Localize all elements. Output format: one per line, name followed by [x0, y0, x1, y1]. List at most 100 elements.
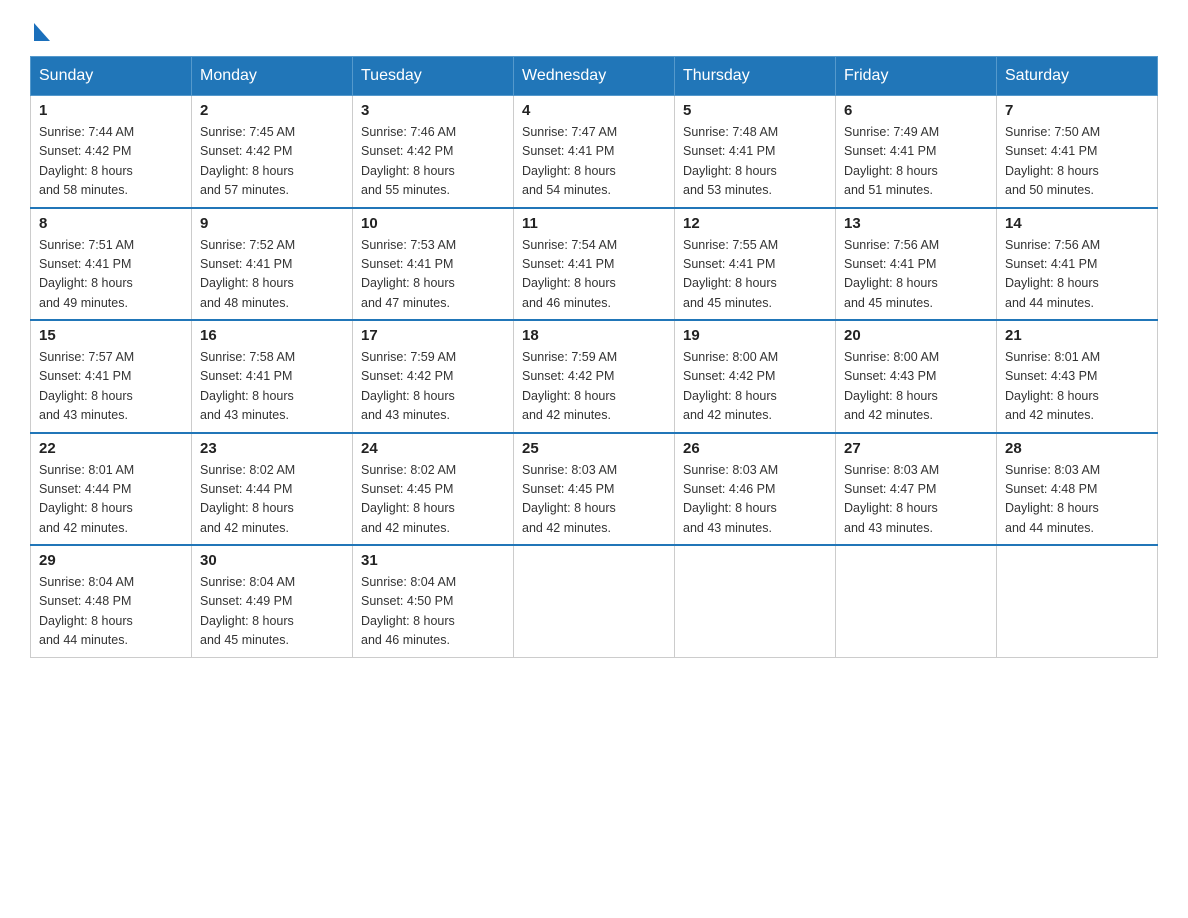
day-number: 22: [39, 440, 183, 457]
day-number: 9: [200, 215, 344, 232]
day-number: 10: [361, 215, 505, 232]
calendar-day-cell: 26 Sunrise: 8:03 AMSunset: 4:46 PMDaylig…: [675, 433, 836, 546]
logo-triangle-icon: [34, 23, 50, 41]
day-info: Sunrise: 7:51 AMSunset: 4:41 PMDaylight:…: [39, 238, 134, 310]
day-info: Sunrise: 8:04 AMSunset: 4:49 PMDaylight:…: [200, 575, 295, 647]
day-number: 2: [200, 102, 344, 119]
day-info: Sunrise: 7:48 AMSunset: 4:41 PMDaylight:…: [683, 125, 778, 197]
day-info: Sunrise: 7:49 AMSunset: 4:41 PMDaylight:…: [844, 125, 939, 197]
calendar-day-cell: 16 Sunrise: 7:58 AMSunset: 4:41 PMDaylig…: [192, 320, 353, 433]
calendar-day-cell: 25 Sunrise: 8:03 AMSunset: 4:45 PMDaylig…: [514, 433, 675, 546]
day-info: Sunrise: 8:02 AMSunset: 4:45 PMDaylight:…: [361, 463, 456, 535]
day-of-week-header: Sunday: [31, 57, 192, 96]
day-info: Sunrise: 7:47 AMSunset: 4:41 PMDaylight:…: [522, 125, 617, 197]
day-info: Sunrise: 8:04 AMSunset: 4:48 PMDaylight:…: [39, 575, 134, 647]
day-number: 28: [1005, 440, 1149, 457]
day-number: 20: [844, 327, 988, 344]
day-info: Sunrise: 8:02 AMSunset: 4:44 PMDaylight:…: [200, 463, 295, 535]
day-of-week-header: Thursday: [675, 57, 836, 96]
day-number: 16: [200, 327, 344, 344]
calendar-day-cell: 14 Sunrise: 7:56 AMSunset: 4:41 PMDaylig…: [997, 208, 1158, 321]
calendar-day-cell: 19 Sunrise: 8:00 AMSunset: 4:42 PMDaylig…: [675, 320, 836, 433]
day-info: Sunrise: 7:52 AMSunset: 4:41 PMDaylight:…: [200, 238, 295, 310]
day-number: 27: [844, 440, 988, 457]
day-info: Sunrise: 7:57 AMSunset: 4:41 PMDaylight:…: [39, 350, 134, 422]
calendar-day-cell: 1 Sunrise: 7:44 AMSunset: 4:42 PMDayligh…: [31, 96, 192, 208]
calendar-day-cell: 5 Sunrise: 7:48 AMSunset: 4:41 PMDayligh…: [675, 96, 836, 208]
calendar-day-cell: 30 Sunrise: 8:04 AMSunset: 4:49 PMDaylig…: [192, 545, 353, 657]
day-info: Sunrise: 7:59 AMSunset: 4:42 PMDaylight:…: [522, 350, 617, 422]
day-number: 14: [1005, 215, 1149, 232]
calendar-day-cell: 2 Sunrise: 7:45 AMSunset: 4:42 PMDayligh…: [192, 96, 353, 208]
day-info: Sunrise: 8:03 AMSunset: 4:46 PMDaylight:…: [683, 463, 778, 535]
day-info: Sunrise: 7:55 AMSunset: 4:41 PMDaylight:…: [683, 238, 778, 310]
calendar-week-row: 15 Sunrise: 7:57 AMSunset: 4:41 PMDaylig…: [31, 320, 1158, 433]
day-info: Sunrise: 7:45 AMSunset: 4:42 PMDaylight:…: [200, 125, 295, 197]
page-header: [30, 20, 1158, 38]
day-info: Sunrise: 7:50 AMSunset: 4:41 PMDaylight:…: [1005, 125, 1100, 197]
day-info: Sunrise: 7:54 AMSunset: 4:41 PMDaylight:…: [522, 238, 617, 310]
day-info: Sunrise: 8:04 AMSunset: 4:50 PMDaylight:…: [361, 575, 456, 647]
calendar-day-cell: 3 Sunrise: 7:46 AMSunset: 4:42 PMDayligh…: [353, 96, 514, 208]
calendar-day-cell: 27 Sunrise: 8:03 AMSunset: 4:47 PMDaylig…: [836, 433, 997, 546]
day-info: Sunrise: 7:56 AMSunset: 4:41 PMDaylight:…: [1005, 238, 1100, 310]
day-info: Sunrise: 8:03 AMSunset: 4:45 PMDaylight:…: [522, 463, 617, 535]
day-info: Sunrise: 8:00 AMSunset: 4:42 PMDaylight:…: [683, 350, 778, 422]
day-number: 13: [844, 215, 988, 232]
day-of-week-header: Friday: [836, 57, 997, 96]
day-number: 15: [39, 327, 183, 344]
day-of-week-header: Monday: [192, 57, 353, 96]
day-number: 19: [683, 327, 827, 344]
day-number: 23: [200, 440, 344, 457]
calendar-day-cell: 18 Sunrise: 7:59 AMSunset: 4:42 PMDaylig…: [514, 320, 675, 433]
day-number: 21: [1005, 327, 1149, 344]
day-number: 5: [683, 102, 827, 119]
calendar-day-cell: 22 Sunrise: 8:01 AMSunset: 4:44 PMDaylig…: [31, 433, 192, 546]
calendar-day-cell: 10 Sunrise: 7:53 AMSunset: 4:41 PMDaylig…: [353, 208, 514, 321]
day-number: 1: [39, 102, 183, 119]
day-number: 4: [522, 102, 666, 119]
day-of-week-header: Wednesday: [514, 57, 675, 96]
calendar-day-cell: [675, 545, 836, 657]
day-number: 3: [361, 102, 505, 119]
day-number: 24: [361, 440, 505, 457]
day-number: 12: [683, 215, 827, 232]
day-info: Sunrise: 8:03 AMSunset: 4:47 PMDaylight:…: [844, 463, 939, 535]
calendar-day-cell: 13 Sunrise: 7:56 AMSunset: 4:41 PMDaylig…: [836, 208, 997, 321]
calendar-day-cell: 28 Sunrise: 8:03 AMSunset: 4:48 PMDaylig…: [997, 433, 1158, 546]
day-number: 11: [522, 215, 666, 232]
day-info: Sunrise: 7:46 AMSunset: 4:42 PMDaylight:…: [361, 125, 456, 197]
calendar-day-cell: 31 Sunrise: 8:04 AMSunset: 4:50 PMDaylig…: [353, 545, 514, 657]
calendar-day-cell: 6 Sunrise: 7:49 AMSunset: 4:41 PMDayligh…: [836, 96, 997, 208]
day-info: Sunrise: 7:58 AMSunset: 4:41 PMDaylight:…: [200, 350, 295, 422]
calendar-day-cell: [836, 545, 997, 657]
calendar-day-cell: [514, 545, 675, 657]
day-number: 7: [1005, 102, 1149, 119]
day-info: Sunrise: 7:59 AMSunset: 4:42 PMDaylight:…: [361, 350, 456, 422]
day-number: 18: [522, 327, 666, 344]
day-of-week-header: Tuesday: [353, 57, 514, 96]
calendar-day-cell: 12 Sunrise: 7:55 AMSunset: 4:41 PMDaylig…: [675, 208, 836, 321]
calendar-day-cell: 8 Sunrise: 7:51 AMSunset: 4:41 PMDayligh…: [31, 208, 192, 321]
day-number: 31: [361, 552, 505, 569]
calendar-day-cell: 9 Sunrise: 7:52 AMSunset: 4:41 PMDayligh…: [192, 208, 353, 321]
day-number: 26: [683, 440, 827, 457]
calendar-week-row: 29 Sunrise: 8:04 AMSunset: 4:48 PMDaylig…: [31, 545, 1158, 657]
calendar-day-cell: [997, 545, 1158, 657]
day-number: 30: [200, 552, 344, 569]
day-number: 8: [39, 215, 183, 232]
calendar-day-cell: 23 Sunrise: 8:02 AMSunset: 4:44 PMDaylig…: [192, 433, 353, 546]
day-info: Sunrise: 8:03 AMSunset: 4:48 PMDaylight:…: [1005, 463, 1100, 535]
day-number: 29: [39, 552, 183, 569]
day-info: Sunrise: 8:01 AMSunset: 4:43 PMDaylight:…: [1005, 350, 1100, 422]
calendar-day-cell: 21 Sunrise: 8:01 AMSunset: 4:43 PMDaylig…: [997, 320, 1158, 433]
day-info: Sunrise: 7:44 AMSunset: 4:42 PMDaylight:…: [39, 125, 134, 197]
day-of-week-header: Saturday: [997, 57, 1158, 96]
calendar-week-row: 22 Sunrise: 8:01 AMSunset: 4:44 PMDaylig…: [31, 433, 1158, 546]
calendar-day-cell: 15 Sunrise: 7:57 AMSunset: 4:41 PMDaylig…: [31, 320, 192, 433]
day-info: Sunrise: 7:56 AMSunset: 4:41 PMDaylight:…: [844, 238, 939, 310]
calendar-day-cell: 7 Sunrise: 7:50 AMSunset: 4:41 PMDayligh…: [997, 96, 1158, 208]
calendar-day-cell: 17 Sunrise: 7:59 AMSunset: 4:42 PMDaylig…: [353, 320, 514, 433]
calendar-day-cell: 24 Sunrise: 8:02 AMSunset: 4:45 PMDaylig…: [353, 433, 514, 546]
day-number: 25: [522, 440, 666, 457]
